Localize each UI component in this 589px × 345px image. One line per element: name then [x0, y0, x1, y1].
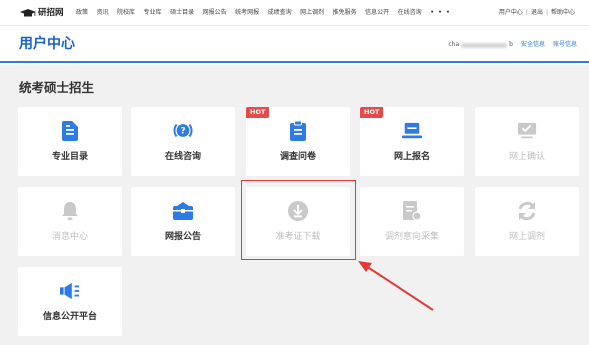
nav-link-announcements[interactable]: 网报公告: [203, 7, 227, 19]
security-info-link[interactable]: 安全信息: [521, 39, 545, 51]
nav-link-majors[interactable]: 专业库: [144, 7, 162, 19]
card-label: 在线咨询: [164, 152, 201, 162]
card-label: 消息中心: [51, 232, 88, 242]
nav-link-policy[interactable]: 政策: [76, 7, 88, 19]
card-label: 信息公开平台: [42, 312, 97, 322]
card-label: 网上调剂: [508, 232, 545, 242]
redacted-account-name: [461, 42, 508, 48]
logout-link[interactable]: 退出: [531, 7, 543, 19]
graduation-cap-icon: [20, 9, 36, 17]
account-info: cha b 安全信息 账号信息: [448, 39, 577, 51]
section-title: 统考硕士招生: [19, 80, 95, 95]
nav-link-info-disclosure[interactable]: 信息公开: [365, 7, 389, 19]
card-online-consult[interactable]: ? 在线咨询: [131, 107, 235, 176]
confirm-screen-icon: [517, 121, 537, 141]
nav-link-online-consult[interactable]: 在线咨询: [398, 7, 422, 19]
help-chat-icon: ?: [173, 121, 193, 141]
logo-text: 研招网: [38, 8, 64, 18]
nav-link-schools[interactable]: 院校库: [117, 7, 135, 19]
card-major-catalog[interactable]: 专业目录: [18, 107, 122, 176]
more-menu-icon[interactable]: • • •: [430, 7, 451, 19]
clipboard-icon: [288, 121, 308, 141]
card-message-center[interactable]: 消息中心: [18, 187, 122, 256]
refresh-icon: [517, 201, 537, 221]
main-nav: 政策 资讯 院校库 专业库 硕士目录 网报公告 统考网报 成绩查询 网上调剂 推…: [76, 7, 459, 19]
page-title: 用户中心: [19, 36, 75, 52]
help-center-link[interactable]: 帮助中心: [551, 7, 575, 19]
user-links: 用户中心 | 退出 | 帮助中心: [499, 7, 575, 19]
card-info-disclosure-platform[interactable]: 信息公开平台: [18, 267, 122, 336]
account-name-prefix: cha: [448, 41, 460, 48]
laptop-icon: [402, 121, 422, 141]
nav-link-news[interactable]: 资讯: [97, 7, 109, 19]
site-logo[interactable]: 研招网: [20, 7, 64, 19]
highlight-box: [241, 180, 356, 260]
card-online-registration[interactable]: HOT 网上报名: [360, 107, 464, 176]
form-icon: [402, 201, 422, 221]
nav-link-adjustment[interactable]: 网上调剂: [300, 7, 324, 19]
document-icon: [60, 121, 80, 141]
user-center-link[interactable]: 用户中心: [499, 7, 523, 19]
briefcase-icon: [173, 201, 193, 221]
account-name-suffix: b: [509, 41, 513, 48]
card-registration-announcement[interactable]: 网报公告: [131, 187, 235, 256]
card-online-confirmation[interactable]: 网上确认: [475, 107, 579, 176]
card-label: 专业目录: [51, 152, 88, 162]
nav-link-master-catalog[interactable]: 硕士目录: [170, 7, 194, 19]
svg-text:?: ?: [180, 127, 185, 137]
card-online-adjustment[interactable]: 网上调剂: [475, 187, 579, 256]
hot-badge: HOT: [360, 107, 384, 118]
card-survey[interactable]: HOT 调查问卷: [246, 107, 350, 176]
separator: |: [525, 9, 528, 16]
nav-link-recommendation[interactable]: 推免服务: [333, 7, 357, 19]
card-label: 网上确认: [508, 152, 545, 162]
hot-badge: HOT: [246, 107, 270, 118]
page-header: 用户中心 cha b 安全信息 账号信息: [0, 26, 589, 63]
account-info-link[interactable]: 账号信息: [553, 39, 577, 51]
card-label: 网上报名: [393, 152, 430, 162]
separator: |: [545, 9, 548, 16]
nav-link-exam-registration[interactable]: 统考网报: [235, 7, 259, 19]
top-navigation: 研招网 政策 资讯 院校库 专业库 硕士目录 网报公告 统考网报 成绩查询 网上…: [0, 0, 589, 26]
card-adjustment-intent[interactable]: 调剂意向采集: [360, 187, 464, 256]
card-label: 调查问卷: [279, 152, 316, 162]
bell-icon: [60, 201, 80, 221]
megaphone-icon: [60, 281, 80, 301]
nav-link-score-query[interactable]: 成绩查询: [268, 7, 292, 19]
card-label: 调剂意向采集: [384, 232, 439, 242]
card-label: 网报公告: [164, 232, 201, 242]
